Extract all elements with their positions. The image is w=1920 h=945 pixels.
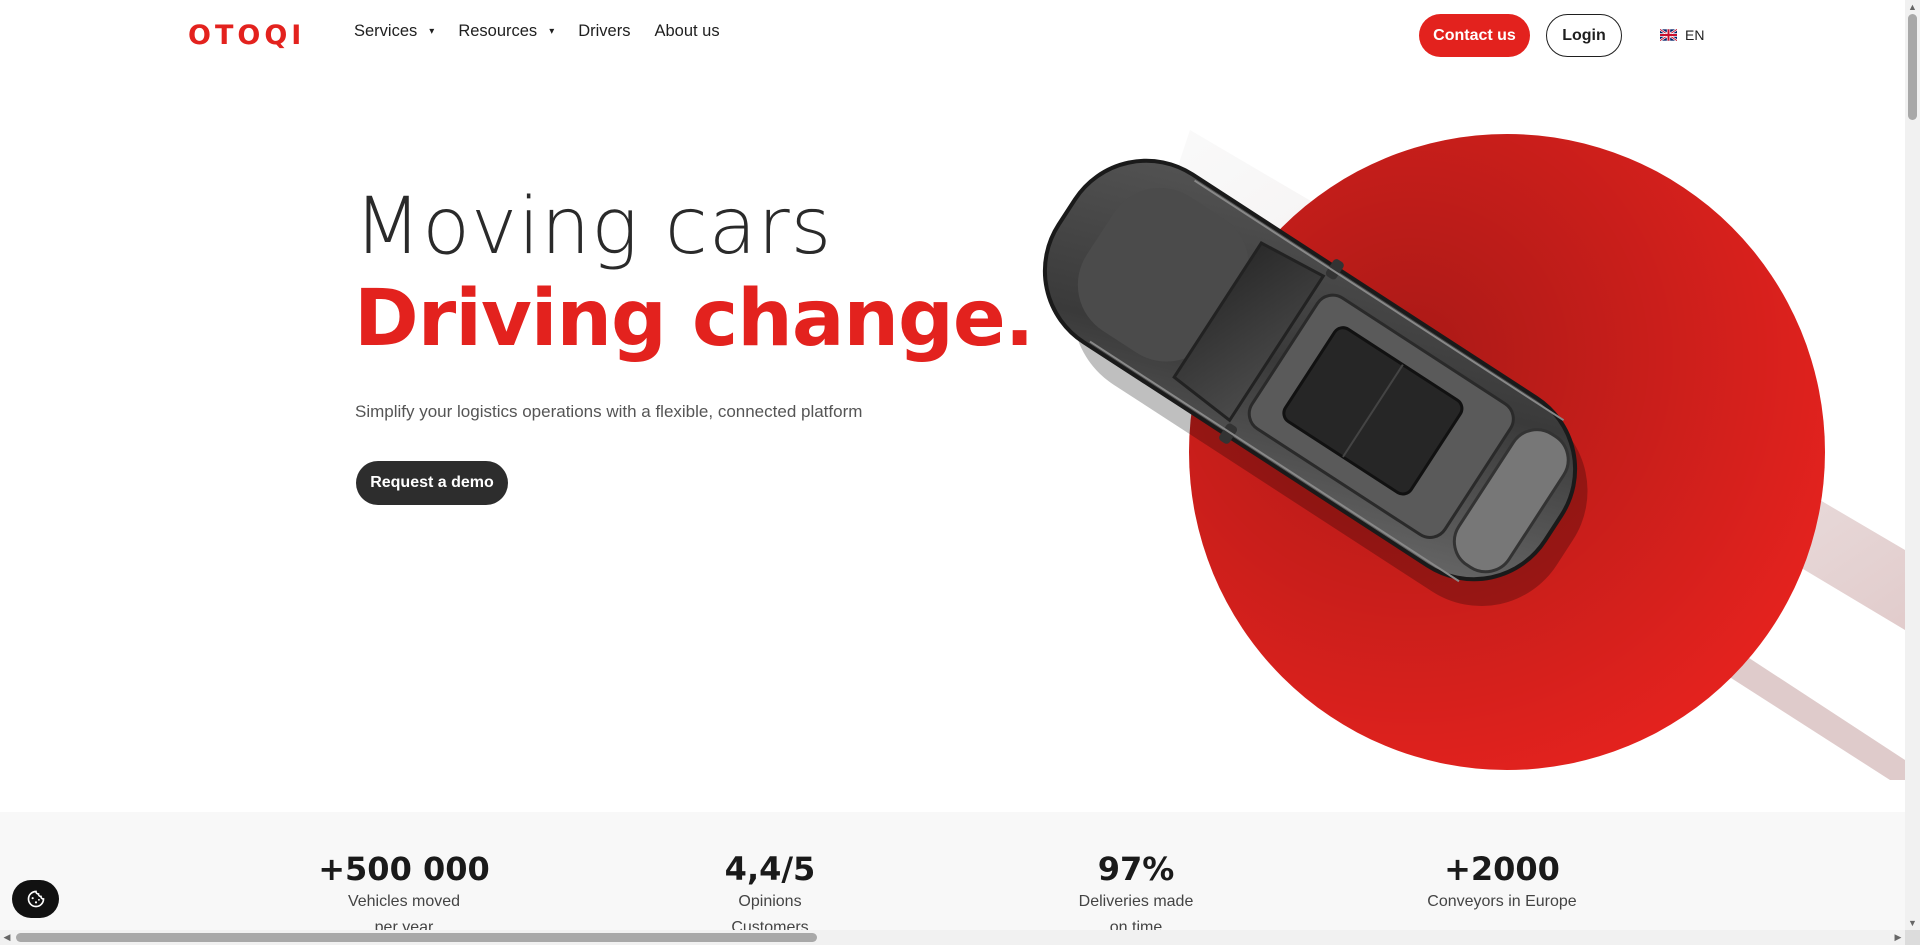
nav-resources[interactable]: Resources ▾ [458,22,554,41]
hero-subtitle: Simplify your logistics operations with … [355,402,863,421]
hero-title-line2: Driving change. [354,274,1034,364]
nav-about-us-label: About us [654,22,720,40]
stat-value: 4,4/5 [724,850,816,888]
otoqi-logo[interactable]: OTOQI [188,19,306,51]
scroll-down-arrow-icon[interactable]: ▼ [1905,916,1920,930]
login-button[interactable]: Login [1546,14,1622,57]
stat-value: +500 000 [318,850,490,888]
language-selector[interactable]: EN [1660,27,1704,43]
stat-conveyors: +2000 Conveyors in Europe [1382,850,1622,914]
hero-title-line1: Moving cars [354,182,833,272]
nav-drivers-label: Drivers [578,22,631,40]
site-header: OTOQI Services ▾ Resources ▾ Drivers Abo… [0,0,1905,70]
stat-label-line1: Conveyors in Europe [1427,893,1577,910]
nav-about-us[interactable]: About us [654,22,719,41]
horizontal-scrollbar-thumb[interactable] [16,933,817,942]
scroll-up-arrow-icon[interactable]: ▲ [1905,0,1920,14]
chevron-down-icon: ▾ [429,26,435,37]
cookie-settings-icon [27,890,44,908]
scroll-right-arrow-icon[interactable]: ▶ [1891,930,1905,945]
stat-vehicles: +500 000 Vehicles moved per year [284,850,524,940]
nav-drivers[interactable]: Drivers [578,22,630,41]
main-nav: Services ▾ Resources ▾ Drivers About us [354,22,744,41]
nav-services-label: Services [354,22,418,40]
hero-car-illustration [1042,130,1905,780]
vertical-scrollbar-thumb[interactable] [1908,14,1917,120]
stat-value: +2000 [1444,850,1560,888]
stat-label-line1: Opinions [738,893,802,910]
vertical-scrollbar[interactable]: ▲ ▼ [1905,0,1920,945]
horizontal-scrollbar[interactable]: ◀ ▶ [0,930,1905,945]
stat-deliveries: 97% Deliveries made on time [1016,850,1256,940]
scrollbar-corner [1905,930,1920,945]
nav-resources-label: Resources [458,22,538,40]
stat-opinions: 4,4/5 Opinions Customers [650,850,890,940]
stat-value: 97% [1097,850,1175,888]
cookie-settings-button[interactable] [12,880,59,918]
contact-us-button[interactable]: Contact us [1419,14,1530,57]
nav-services[interactable]: Services ▾ [354,22,434,41]
language-label: EN [1685,27,1705,43]
uk-flag-icon [1660,29,1677,41]
stat-label-line1: Vehicles moved [347,893,461,910]
stat-label-line1: Deliveries made [1078,893,1194,910]
scroll-left-arrow-icon[interactable]: ◀ [0,930,14,945]
chevron-down-icon: ▾ [549,26,555,37]
request-demo-button[interactable]: Request a demo [356,461,508,505]
logo-text: OTOQI [188,19,306,51]
stats-section: +500 000 Vehicles moved per year 4,4/5 O… [0,812,1905,945]
